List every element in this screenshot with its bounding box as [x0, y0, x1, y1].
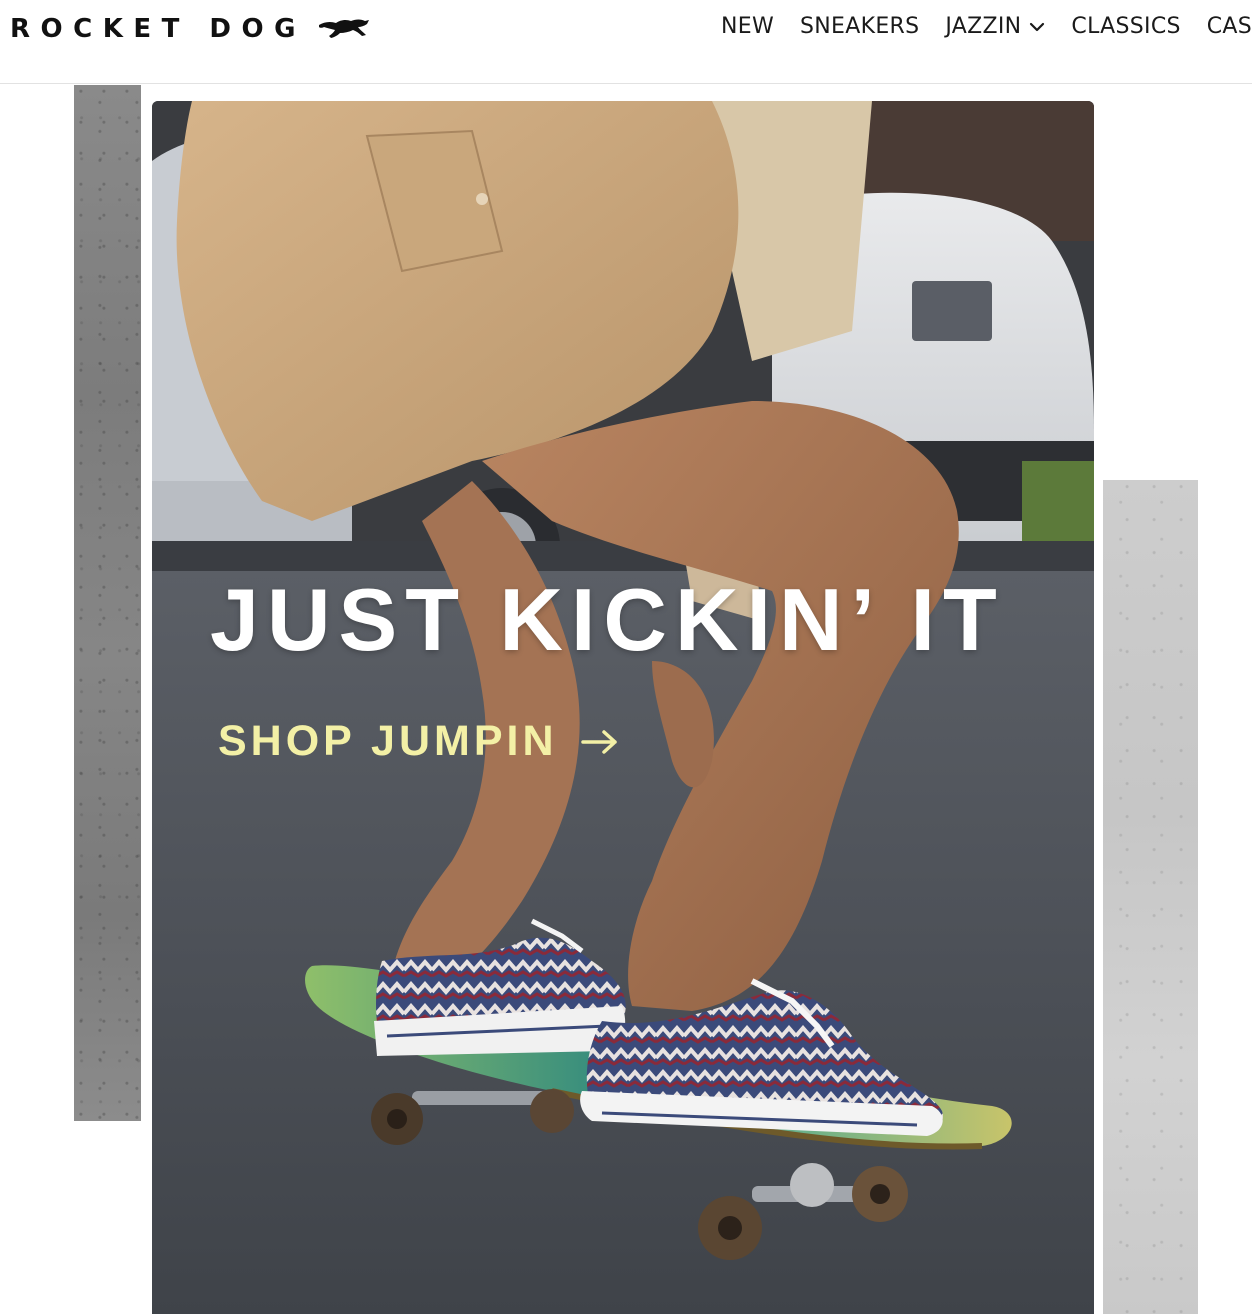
nav-item-jazzin[interactable]: JAZZIN [945, 14, 1045, 39]
logo-text: ROCKET DOG [10, 14, 306, 44]
nav-item-label: SNEAKERS [800, 14, 920, 39]
nav-item-label: JAZZIN [945, 14, 1022, 39]
hero-headline: JUST KICKIN’ IT [210, 570, 1005, 669]
concrete-texture-left [74, 85, 141, 1121]
chevron-down-icon [1030, 22, 1045, 31]
site-header: ROCKET DOG NEW SNEAKERS JAZZIN CLASSICS [0, 0, 1252, 84]
logo-link[interactable]: ROCKET DOG [10, 12, 370, 46]
nav-item-sneakers[interactable]: SNEAKERS [800, 14, 919, 39]
nav-item-classics[interactable]: CLASSICS [1071, 14, 1180, 39]
concrete-texture-right [1092, 480, 1198, 1314]
nav-item-label: CLASSICS [1071, 14, 1181, 39]
running-dog-icon [318, 19, 369, 38]
nav-item-label: NEW [721, 14, 775, 39]
arrow-right-icon [580, 729, 617, 754]
page: ROCKET DOG NEW SNEAKERS JAZZIN CLASSICS [0, 0, 1252, 1314]
nav-item-casual[interactable]: CASU [1207, 14, 1252, 39]
hero-banner[interactable]: JUST KICKIN’ IT SHOP JUMPIN [152, 101, 1094, 1314]
cta-label: SHOP JUMPIN [218, 717, 558, 765]
shop-jumpin-link[interactable]: SHOP JUMPIN [218, 717, 620, 766]
nav-item-label: CASU [1206, 14, 1252, 39]
nav-item-new[interactable]: NEW [721, 14, 774, 39]
main-nav: NEW SNEAKERS JAZZIN CLASSICS CASU [721, 14, 1252, 39]
hero-image [152, 101, 1094, 1314]
